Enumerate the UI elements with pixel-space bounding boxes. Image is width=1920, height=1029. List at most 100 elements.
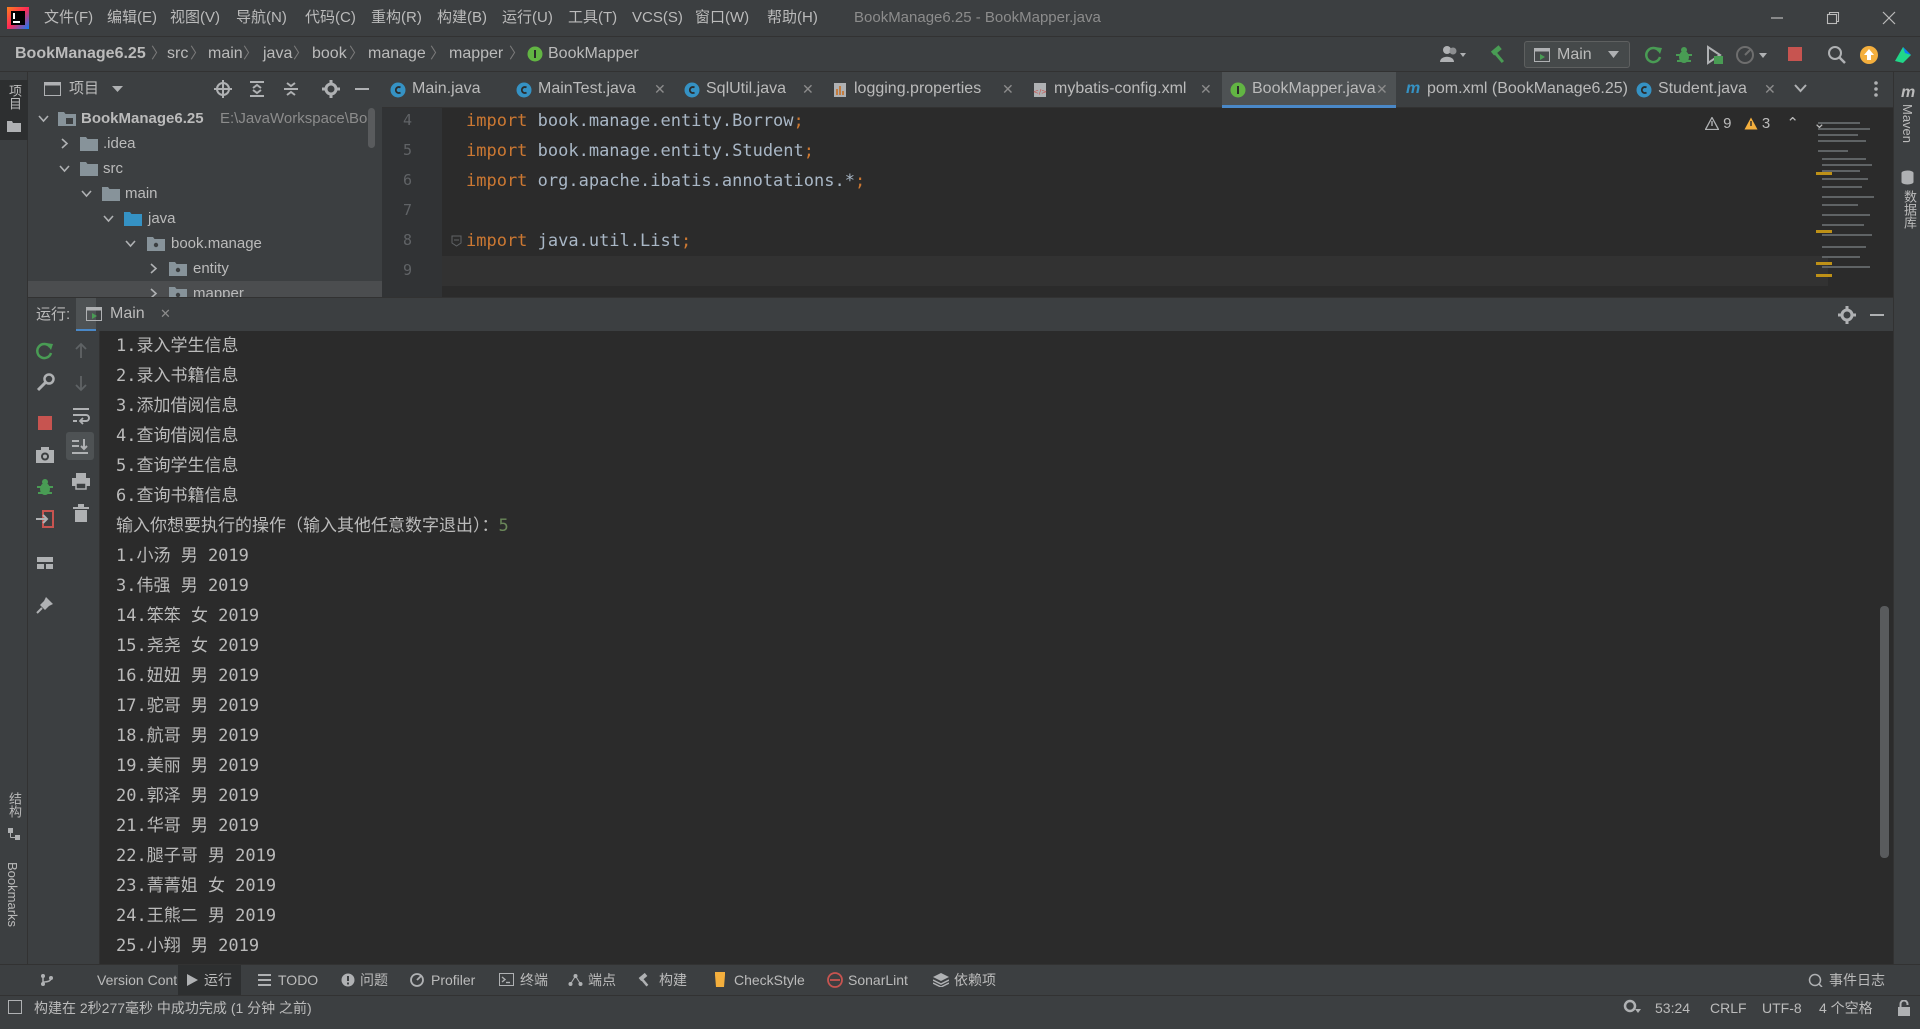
tree-item-entity[interactable]: entity: [28, 256, 382, 281]
sync-settings-icon[interactable]: [1622, 998, 1644, 1014]
minimize-button[interactable]: [1752, 0, 1802, 36]
chevron-right-icon[interactable]: [148, 263, 159, 274]
rerun-icon[interactable]: [1644, 45, 1664, 65]
tree-item-mapper[interactable]: mapper: [28, 281, 382, 297]
menu-code[interactable]: 代码(C): [305, 0, 356, 36]
run-config-selector[interactable]: Main: [1524, 41, 1630, 68]
tab-logging-properties[interactable]: logging.properties ✕: [824, 72, 1022, 108]
read-only-lock-icon[interactable]: [1897, 1000, 1911, 1016]
inspection-widget[interactable]: 9 3 ⌃ ⌄: [1705, 114, 1826, 132]
expand-all-icon[interactable]: [249, 81, 265, 97]
indent-setting[interactable]: 4 个空格: [1819, 998, 1873, 1018]
intellij-logo-icon[interactable]: [7, 7, 29, 29]
debug-bug-icon[interactable]: [1674, 45, 1694, 65]
line-separator[interactable]: CRLF: [1710, 998, 1747, 1018]
modify-config-wrench-icon[interactable]: [35, 373, 55, 393]
tab-pom-xml[interactable]: m pom.xml (BookManage6.25): [1398, 72, 1628, 108]
project-tool-button[interactable]: 项目: [0, 80, 28, 140]
previous-highlight-icon[interactable]: ⌃: [1786, 115, 1799, 132]
hide-panel-icon[interactable]: [1870, 314, 1884, 317]
chevron-down-icon[interactable]: [112, 86, 123, 93]
chevron-right-icon[interactable]: [148, 288, 159, 297]
tree-item-main[interactable]: main: [28, 181, 382, 206]
settings-gear-icon[interactable]: [322, 80, 340, 98]
close-tab-icon[interactable]: ✕: [1200, 72, 1212, 106]
code-minimap[interactable]: [1814, 114, 1884, 290]
up-arrow-icon[interactable]: [71, 341, 91, 361]
tab-sqlutil-java[interactable]: SqlUtil.java ✕: [676, 72, 822, 108]
collapse-all-icon[interactable]: [283, 81, 299, 97]
menu-run[interactable]: 运行(U): [502, 0, 553, 36]
menu-file[interactable]: 文件(F): [44, 0, 93, 36]
project-view-title[interactable]: 项目: [69, 72, 99, 106]
menu-navigate[interactable]: 导航(N): [236, 0, 287, 36]
restore-button[interactable]: [1808, 0, 1858, 36]
breadcrumb-bookmapper[interactable]: BookMapper: [548, 37, 639, 71]
chevron-down-icon[interactable]: [103, 213, 114, 224]
fold-icon[interactable]: [451, 235, 462, 247]
code-line[interactable]: import book.manage.entity.Borrow;: [466, 111, 804, 131]
search-icon[interactable]: [1827, 45, 1847, 65]
bookmarks-tool-button[interactable]: Bookmarks: [0, 858, 28, 954]
tab-maintest-java[interactable]: MainTest.java ✕: [508, 72, 674, 108]
hide-panel-icon[interactable]: [355, 88, 369, 91]
breadcrumb-project[interactable]: BookManage6.25: [15, 37, 146, 71]
user-icon[interactable]: [1440, 45, 1468, 63]
chevron-down-icon[interactable]: [125, 238, 136, 249]
chevron-down-icon[interactable]: [59, 163, 70, 174]
menu-view[interactable]: 视图(V): [170, 0, 220, 36]
exit-icon[interactable]: [35, 509, 55, 529]
tree-item-idea[interactable]: .idea: [28, 131, 382, 156]
project-scrollbar[interactable]: [368, 108, 375, 148]
status-message[interactable]: 构建在 2秒277毫秒 中成功完成 (1 分钟 之前): [34, 998, 312, 1018]
breadcrumb-manage[interactable]: manage: [368, 37, 426, 71]
menu-tools[interactable]: 工具(T): [568, 0, 617, 36]
camera-dump-icon[interactable]: [35, 445, 55, 465]
code-line[interactable]: import org.apache.ibatis.annotations.*;: [466, 171, 865, 191]
debug-bug-icon[interactable]: [35, 477, 55, 497]
tree-item-src[interactable]: src: [28, 156, 382, 181]
build-hammer-icon[interactable]: [1489, 45, 1509, 65]
soft-wrap-icon[interactable]: [71, 405, 91, 425]
run-coverage-icon[interactable]: [1704, 45, 1724, 65]
close-tab-icon[interactable]: ✕: [654, 72, 666, 106]
run-tab-main[interactable]: Main ✕: [76, 298, 171, 332]
tree-item-project-root[interactable]: BookManage6.25 E:\JavaWorkspace\Boo: [28, 106, 382, 131]
down-arrow-icon[interactable]: [71, 373, 91, 393]
settings-gear-icon[interactable]: [1838, 306, 1856, 324]
stop-icon[interactable]: [1787, 46, 1803, 62]
close-window-button[interactable]: [1864, 0, 1914, 36]
breadcrumb-src[interactable]: src: [167, 37, 188, 71]
close-tab-icon[interactable]: ✕: [1764, 72, 1776, 106]
rerun-icon[interactable]: [35, 341, 55, 361]
stop-icon[interactable]: [35, 413, 55, 433]
code-line[interactable]: import book.manage.entity.Student;: [466, 141, 814, 161]
tab-bookmapper-java[interactable]: BookMapper.java ✕: [1222, 72, 1396, 108]
tab-mybatis-config-xml[interactable]: </> mybatis-config.xml ✕: [1024, 72, 1220, 108]
menu-window[interactable]: 窗口(W): [695, 0, 749, 36]
database-tool-button[interactable]: 数据库: [1894, 170, 1920, 260]
layout-icon[interactable]: [35, 553, 55, 573]
close-tab-icon[interactable]: ✕: [1002, 72, 1014, 106]
trash-icon[interactable]: [71, 503, 91, 523]
profile-icon[interactable]: [1735, 45, 1769, 65]
console-scrollbar[interactable]: [1880, 606, 1889, 858]
tool-run[interactable]: 运行: [178, 965, 241, 995]
toggle-tool-windows-icon[interactable]: [8, 1000, 22, 1014]
toolbox-icon[interactable]: [1893, 45, 1913, 65]
tab-main-java[interactable]: Main.java: [382, 72, 506, 108]
tab-student-java[interactable]: Student.java ✕: [1628, 72, 1784, 108]
print-icon[interactable]: [71, 471, 91, 491]
close-tab-icon[interactable]: ✕: [160, 298, 171, 329]
code-editor[interactable]: 4 import book.manage.entity.Borrow; 5 im…: [382, 108, 1893, 297]
menu-help[interactable]: 帮助(H): [767, 0, 818, 36]
scroll-to-end-button[interactable]: [66, 432, 94, 460]
breadcrumb-book[interactable]: book: [312, 37, 347, 71]
tree-item-book-manage[interactable]: book.manage: [28, 231, 382, 256]
locate-icon[interactable]: [214, 80, 232, 98]
close-tab-icon[interactable]: ✕: [802, 72, 814, 106]
menu-build[interactable]: 构建(B): [437, 0, 487, 36]
console-output[interactable]: 1.录入学生信息 2.录入书籍信息 3.添加借阅信息 4.查询借阅信息 5.查询…: [100, 331, 1893, 964]
breadcrumb-main[interactable]: main: [208, 37, 243, 71]
chevron-down-icon[interactable]: [38, 113, 49, 124]
